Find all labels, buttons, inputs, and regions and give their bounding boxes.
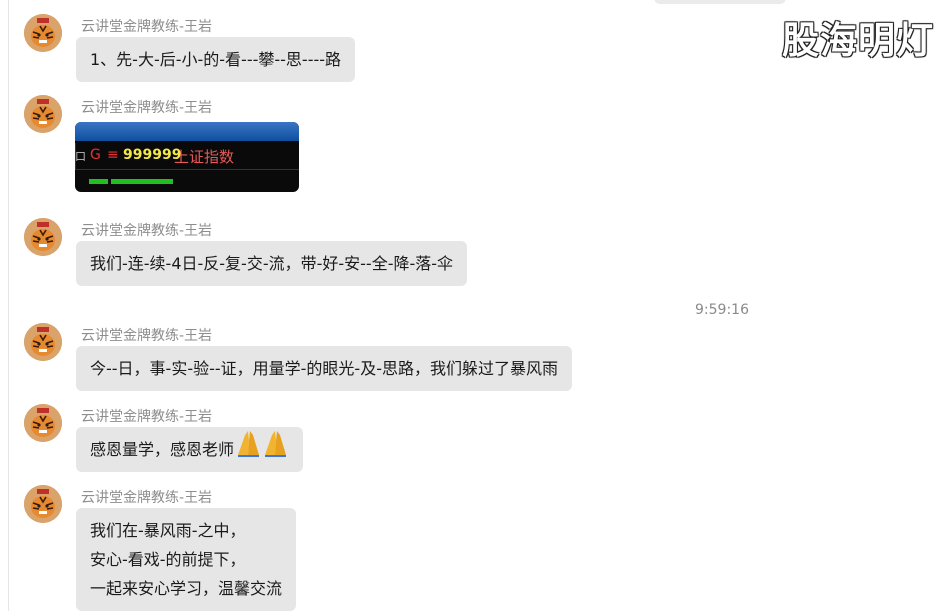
stock-name: 上证指数 (174, 148, 235, 166)
chat-window: 股海明灯 云讲堂金牌教练-王岩 1、先-大-后-小-的-看---攀--思----… (0, 0, 935, 611)
quote-side-mark: 口 (75, 150, 86, 163)
sender-name: 云讲堂金牌教练-王岩 (81, 223, 213, 239)
message-timestamp: 9:59:16 (695, 302, 749, 318)
avatar[interactable] (24, 218, 62, 256)
message-bubble[interactable]: 今--日，事-实-验--证，用量学-的眼光-及-思路，我们躲过了暴风雨 (76, 346, 572, 391)
sender-name: 云讲堂金牌教练-王岩 (81, 328, 213, 344)
previous-message-bubble[interactable] (654, 0, 786, 4)
stock-quote-image[interactable]: 口 G ≡ 999999 上证指数 (75, 122, 299, 192)
avatar[interactable] (24, 95, 62, 133)
panel-divider (8, 0, 9, 611)
message-bubble[interactable]: 感恩量学，感恩老师 (76, 427, 304, 474)
tiger-avatar-icon (24, 404, 62, 442)
message-text: 感恩量学，感恩老师 (90, 440, 235, 459)
sender-name: 云讲堂金牌教练-王岩 (81, 100, 213, 116)
message-text: 我们在-暴风雨-之中， (90, 521, 246, 540)
message-bubble[interactable]: 1、先-大-后-小-的-看---攀--思----路 (76, 37, 356, 82)
message-text: 我们-连-续-4日-反-复-交-流，带-好-安--全-降-落-伞 (90, 254, 454, 273)
folded-hands-icon (235, 427, 289, 474)
tiger-avatar-icon (24, 218, 62, 256)
stock-code: 999999 (123, 147, 182, 163)
message-text: 安心-看戏-的前提下， (90, 550, 246, 569)
message-text: 一起来安心学习，温馨交流 (90, 579, 283, 598)
message-bubble[interactable]: 我们-连-续-4日-反-复-交-流，带-好-安--全-降-落-伞 (76, 241, 468, 286)
message-text: 今--日，事-实-验--证，用量学-的眼光-及-思路，我们躲过了暴风雨 (90, 359, 558, 378)
sender-name: 云讲堂金牌教练-王岩 (81, 409, 213, 425)
tiger-avatar-icon (24, 14, 62, 52)
volume-bar (89, 179, 108, 184)
quote-header-bar (75, 122, 299, 141)
avatar[interactable] (24, 485, 62, 523)
message-text: 1、先-大-后-小-的-看---攀--思----路 (90, 50, 342, 69)
watermark: 股海明灯 (782, 19, 934, 62)
avatar[interactable] (24, 404, 62, 442)
sender-name: 云讲堂金牌教练-王岩 (81, 19, 213, 35)
tiger-avatar-icon (24, 485, 62, 523)
volume-bar (111, 179, 173, 184)
sender-name: 云讲堂金牌教练-王岩 (81, 490, 213, 506)
avatar[interactable] (24, 14, 62, 52)
quote-flag: G (90, 147, 101, 163)
tiger-avatar-icon (24, 95, 62, 133)
message-bubble[interactable]: 我们在-暴风雨-之中， 安心-看戏-的前提下， 一起来安心学习，温馨交流 (76, 508, 297, 611)
avatar[interactable] (24, 323, 62, 361)
tiger-avatar-icon (24, 323, 62, 361)
quote-separator: ≡ (107, 147, 119, 163)
